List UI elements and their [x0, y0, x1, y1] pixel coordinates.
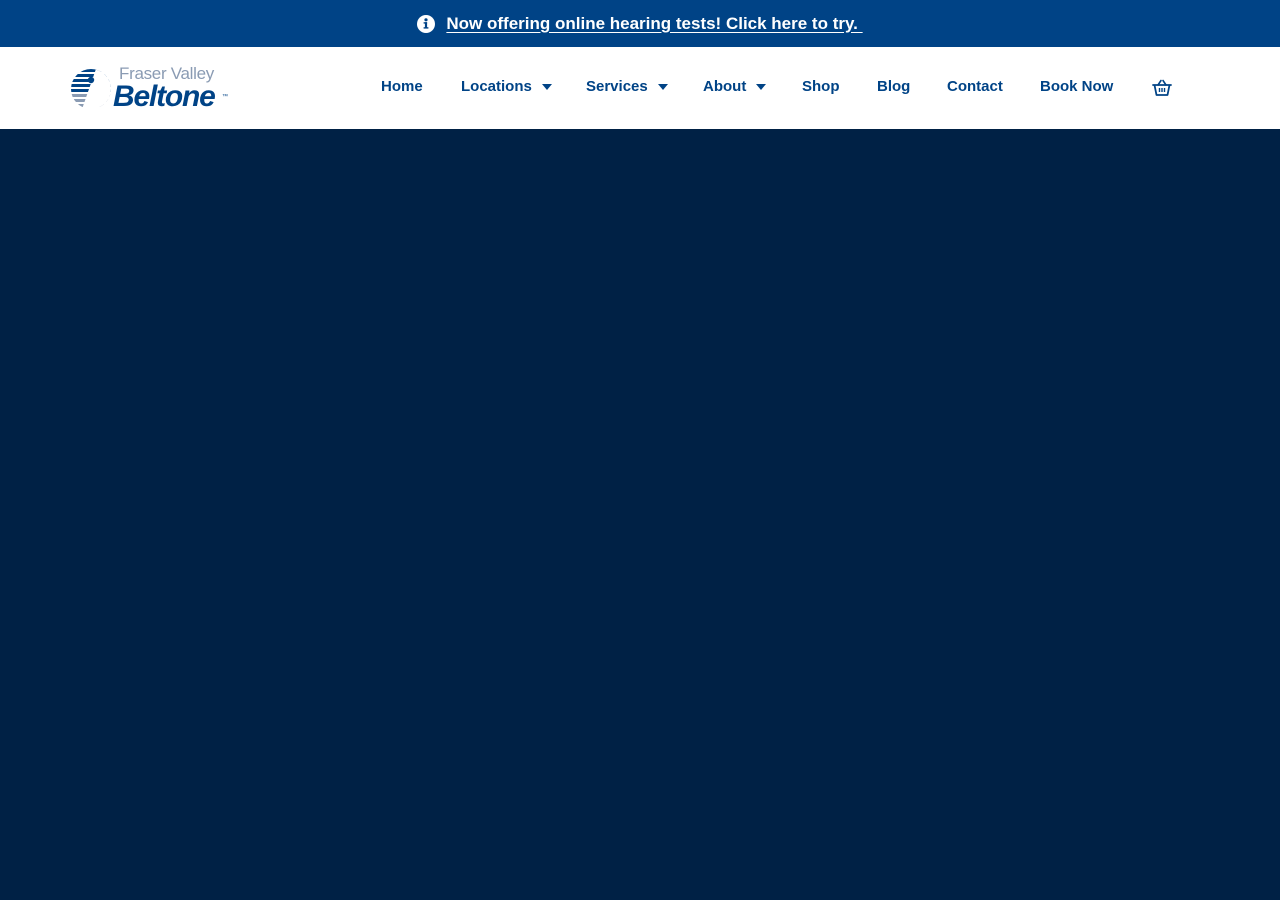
nav-item-book-now[interactable]: Book Now [1040, 78, 1113, 95]
nav-item-label: Blog [877, 78, 911, 95]
announcement-bar: Now offering online hearing tests! Click… [0, 0, 1280, 47]
site-header: Fraser Valley Beltone ™ Home Locations S… [0, 47, 1280, 129]
nav-item-label: Locations [461, 78, 532, 95]
nav-item-contact[interactable]: Contact [947, 78, 1003, 95]
nav-item-label: Contact [947, 78, 1003, 95]
nav-item-label: About [703, 78, 747, 95]
caret-down-icon [756, 84, 767, 90]
nav-item-home[interactable]: Home [381, 78, 423, 95]
nav-item-label: Book Now [1040, 78, 1114, 95]
nav-item-services[interactable]: Services [586, 78, 668, 95]
announcement-link[interactable]: Now offering online hearing tests! Click… [417, 14, 862, 34]
nav-item-shop[interactable]: Shop [802, 78, 840, 95]
hero-section [0, 129, 1280, 900]
nav-item-label: Home [381, 78, 423, 95]
caret-down-icon [541, 84, 552, 90]
announcement-text: Now offering online hearing tests! Click… [446, 13, 863, 33]
info-icon [417, 14, 436, 33]
nav-item-locations[interactable]: Locations [461, 78, 552, 95]
nav-item-about[interactable]: About [703, 78, 767, 95]
nav-item-blog[interactable]: Blog [877, 78, 910, 95]
basket-icon[interactable] [1152, 79, 1172, 97]
main-nav: Home Locations Services About Shop Blog … [0, 47, 1280, 129]
caret-down-icon [657, 84, 668, 90]
nav-item-label: Shop [802, 78, 840, 95]
nav-item-label: Services [586, 78, 648, 95]
